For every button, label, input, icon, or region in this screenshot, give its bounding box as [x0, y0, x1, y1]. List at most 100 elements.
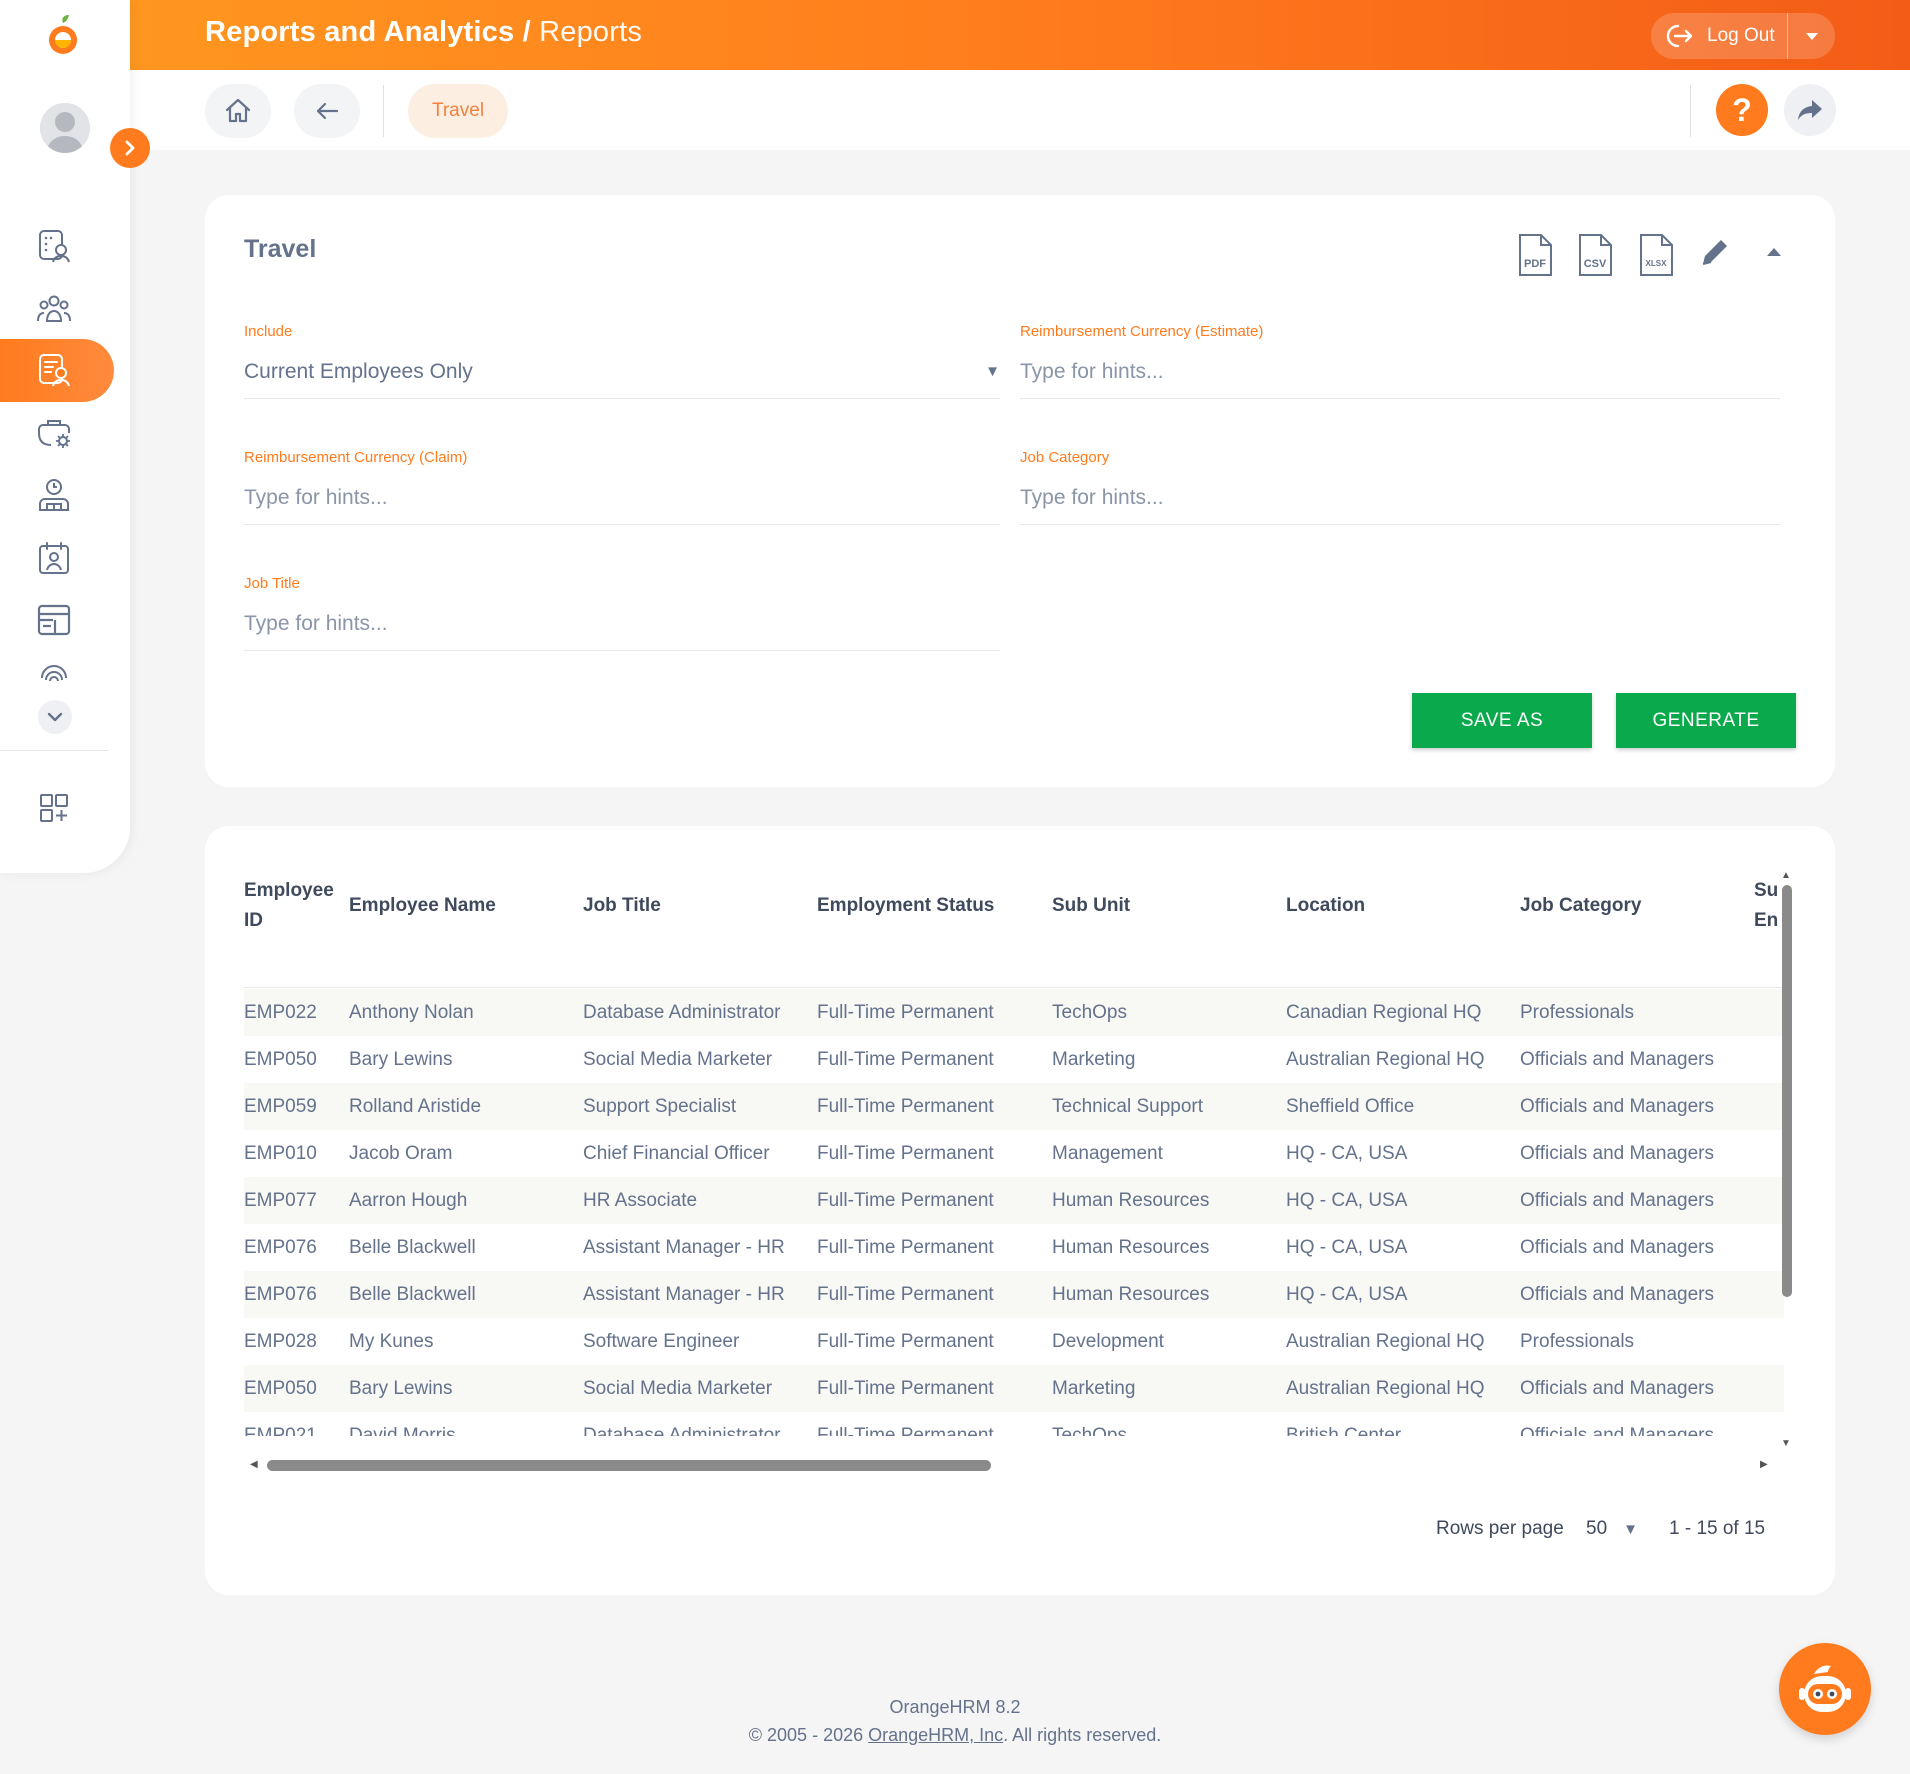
- edit-report-button[interactable]: [1698, 235, 1738, 279]
- cell-employee-name: My Kunes: [349, 1331, 434, 1352]
- logout-label: Log Out: [1707, 25, 1775, 46]
- sidebar: [0, 0, 130, 873]
- table-row[interactable]: EMP076 Belle Blackwell Assistant Manager -…: [244, 1224, 1784, 1271]
- title-separator: /: [514, 16, 540, 48]
- table-row[interactable]: EMP022 Anthony Nolan Database Administrato…: [244, 989, 1784, 1036]
- cell-job-title: Social Media Marketer: [583, 1378, 773, 1399]
- include-select[interactable]: Current Employees Only ▼: [244, 345, 1000, 399]
- column-header-sub-unit[interactable]: Sub Unit: [1052, 891, 1130, 921]
- cell-job-category: Officials and Managers: [1520, 1143, 1714, 1164]
- sidebar-item-people[interactable]: [34, 289, 74, 329]
- column-header-location[interactable]: Location: [1286, 891, 1365, 921]
- caret-down-icon: [1805, 32, 1818, 40]
- export-csv-button[interactable]: CSV: [1575, 233, 1615, 277]
- top-header: Reports and Analytics / Reports Log Out: [0, 0, 1910, 70]
- avatar[interactable]: [40, 103, 90, 153]
- column-header-job-title[interactable]: Job Title: [583, 891, 661, 921]
- reimbursement-estimate-input[interactable]: Type for hints...: [1020, 345, 1780, 399]
- share-icon: [1798, 100, 1822, 120]
- logout-button[interactable]: Log Out: [1651, 13, 1788, 59]
- user-avatar-icon: [40, 103, 90, 153]
- report-table[interactable]: Employee ID Employee Name Job Title Emplo…: [244, 866, 1800, 1436]
- table-row[interactable]: EMP028 My Kunes Software Engineer Full-Time…: [244, 1318, 1784, 1365]
- job-category-input[interactable]: Type for hints...: [1020, 471, 1780, 525]
- scroll-right-arrow[interactable]: ▶: [1760, 1459, 1768, 1470]
- vertical-scrollbar[interactable]: [1782, 885, 1792, 1297]
- rows-per-page-select[interactable]: 50 ▼: [1586, 1518, 1638, 1540]
- column-header-line: Su: [1754, 880, 1779, 901]
- reimbursement-claim-input[interactable]: Type for hints...: [244, 471, 1000, 525]
- back-button[interactable]: [294, 84, 360, 138]
- table-row[interactable]: EMP077 Aarron Hough HR Associate Full-Time …: [244, 1177, 1784, 1224]
- table-row[interactable]: EMP021 David Morris Database Administrator…: [244, 1412, 1784, 1436]
- orange-logo-icon: [49, 15, 77, 54]
- cell-employee-id: EMP077: [244, 1190, 317, 1211]
- chevron-down-icon: [47, 712, 63, 722]
- cell-location: Australian Regional HQ: [1286, 1331, 1485, 1352]
- cell-employee-id: EMP022: [244, 1002, 317, 1023]
- scroll-left-arrow[interactable]: ◀: [250, 1459, 258, 1470]
- cell-sub-unit: Human Resources: [1052, 1237, 1210, 1258]
- help-button[interactable]: ?: [1716, 84, 1768, 136]
- column-header-employment-status[interactable]: Employment Status: [817, 891, 994, 921]
- cell-job-category: Officials and Managers: [1520, 1190, 1714, 1211]
- export-pdf-button[interactable]: PDF: [1515, 233, 1555, 277]
- column-header-employee-name[interactable]: Employee Name: [349, 891, 496, 921]
- sidebar-item-directory[interactable]: [34, 226, 74, 266]
- table-row[interactable]: EMP050 Bary Lewins Social Media Marketer Fu…: [244, 1365, 1784, 1412]
- sidebar-item-claim[interactable]: [34, 600, 74, 640]
- logout-menu-toggle[interactable]: [1788, 32, 1835, 41]
- job-title-input[interactable]: Type for hints...: [244, 597, 1000, 651]
- pencil-icon: [1702, 240, 1727, 265]
- cell-employment-status: Full-Time Permanent: [817, 1143, 994, 1164]
- column-header-supervisor[interactable]: Su En: [1754, 876, 1778, 936]
- page-subtitle: Reports: [539, 16, 643, 48]
- sidebar-item-time[interactable]: [34, 475, 74, 515]
- export-xlsx-button[interactable]: XLSX: [1636, 233, 1676, 277]
- csv-label: CSV: [1584, 258, 1607, 270]
- horizontal-scrollbar[interactable]: [267, 1460, 991, 1471]
- collapse-filter-button[interactable]: [1765, 245, 1805, 289]
- sidebar-item-admin[interactable]: [34, 413, 74, 453]
- sidebar-expand-button[interactable]: [110, 128, 150, 168]
- sidebar-more-button[interactable]: [38, 700, 72, 734]
- cell-sub-unit: Marketing: [1052, 1378, 1136, 1399]
- logout-group: Log Out: [1651, 13, 1835, 59]
- cell-job-title: HR Associate: [583, 1190, 698, 1211]
- footer-copyright: © 2005 - 2026 OrangeHRM, Inc. All rights…: [0, 1725, 1910, 1746]
- chatbot-button[interactable]: [1779, 1643, 1871, 1735]
- table-row[interactable]: EMP059 Rolland Aristide Support Specialist…: [244, 1083, 1784, 1130]
- save-as-button[interactable]: SAVE AS: [1412, 693, 1592, 748]
- cell-employee-name: Jacob Oram: [349, 1143, 453, 1164]
- table-row[interactable]: EMP010 Jacob Oram Chief Financial Officer F…: [244, 1130, 1784, 1177]
- column-header-line: Employee: [244, 880, 334, 901]
- sidebar-item-buzz[interactable]: [34, 660, 74, 682]
- scroll-down-arrow[interactable]: ▼: [1781, 1438, 1791, 1449]
- sidebar-item-leave[interactable]: [34, 538, 74, 578]
- page-title: Reports and Analytics / Reports: [205, 16, 642, 49]
- job-category-label: Job Category: [1020, 449, 1110, 466]
- home-button[interactable]: [205, 84, 271, 138]
- column-header-job-category[interactable]: Job Category: [1520, 891, 1641, 921]
- cell-job-category: Officials and Managers: [1520, 1284, 1714, 1305]
- column-header-employee-id[interactable]: Employee ID: [244, 876, 334, 936]
- scroll-up-arrow[interactable]: ▲: [1781, 870, 1791, 881]
- xlsx-label: XLSX: [1646, 259, 1668, 268]
- pagination-range: 1 - 15 of 15: [1669, 1518, 1766, 1539]
- cell-job-title: Chief Financial Officer: [583, 1143, 770, 1164]
- directory-icon: [39, 230, 70, 263]
- report-tab-travel[interactable]: Travel: [408, 84, 508, 138]
- cell-location: HQ - CA, USA: [1286, 1284, 1408, 1305]
- table-row[interactable]: EMP050 Bary Lewins Social Media Marketer Fu…: [244, 1036, 1784, 1083]
- company-link[interactable]: OrangeHRM, Inc: [868, 1725, 1003, 1745]
- table-row[interactable]: EMP076 Belle Blackwell Assistant Manager -…: [244, 1271, 1784, 1318]
- table-header: Employee ID Employee Name Job Title Emplo…: [244, 866, 1784, 988]
- caret-down-icon: ▼: [985, 363, 1000, 380]
- sidebar-item-add-widget[interactable]: [34, 788, 74, 828]
- cell-sub-unit: TechOps: [1052, 1425, 1127, 1436]
- include-label: Include: [244, 323, 293, 340]
- sidebar-item-reports[interactable]: [34, 350, 74, 390]
- generate-button[interactable]: GENERATE: [1616, 693, 1796, 748]
- share-button[interactable]: [1784, 84, 1836, 136]
- cell-sub-unit: Human Resources: [1052, 1190, 1210, 1211]
